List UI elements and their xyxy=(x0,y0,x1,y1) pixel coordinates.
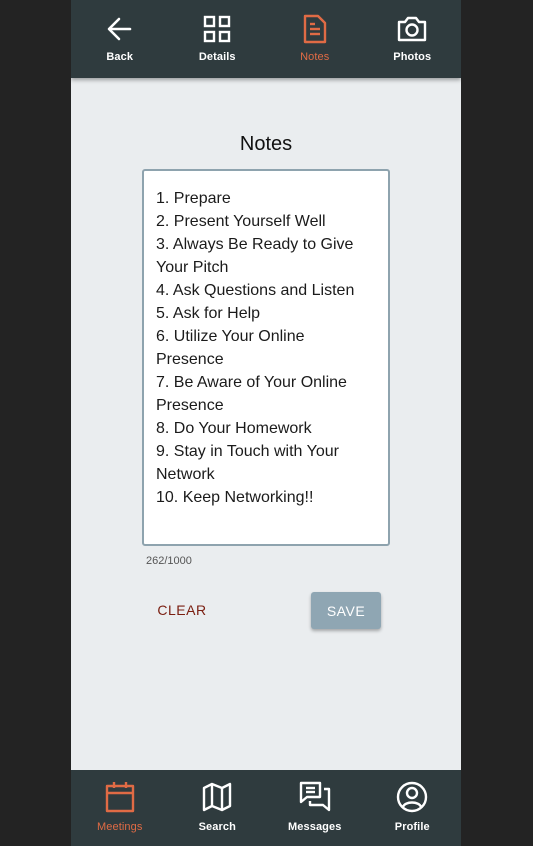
nav-profile-label: Profile xyxy=(394,821,430,833)
chat-icon xyxy=(299,781,330,812)
nav-search-label: Search xyxy=(198,821,236,833)
notes-textarea-container: 1. Prepare 2. Present Yourself Well 3. A… xyxy=(142,169,390,546)
nav-photos-label: Photos xyxy=(393,51,432,63)
nav-search[interactable]: Search xyxy=(169,770,267,846)
nav-notes[interactable]: Notes xyxy=(266,0,364,78)
map-icon xyxy=(203,782,232,812)
nav-messages[interactable]: Messages xyxy=(266,770,364,846)
nav-messages-label: Messages xyxy=(288,821,342,833)
bottom-nav: Meetings Search Messages Profile xyxy=(71,770,461,846)
arrow-left-icon xyxy=(107,17,132,41)
note-icon xyxy=(303,14,326,44)
nav-meetings[interactable]: Meetings xyxy=(71,770,169,846)
camera-icon xyxy=(398,16,427,42)
grid-icon xyxy=(204,15,231,43)
notes-textarea[interactable]: 1. Prepare 2. Present Yourself Well 3. A… xyxy=(156,187,376,544)
clear-button[interactable]: CLEAR xyxy=(147,592,217,628)
nav-details-label: Details xyxy=(198,51,236,63)
nav-photos[interactable]: Photos xyxy=(364,0,462,78)
character-counter: 262/1000 xyxy=(146,555,192,567)
phone-screen: Back Details Notes Photos Notes 1. Prepa… xyxy=(71,0,461,846)
save-button[interactable]: SAVE xyxy=(311,592,381,629)
nav-back-label: Back xyxy=(106,51,134,63)
profile-icon xyxy=(397,781,428,813)
nav-meetings-label: Meetings xyxy=(97,821,143,833)
top-nav: Back Details Notes Photos xyxy=(71,0,461,78)
nav-profile[interactable]: Profile xyxy=(364,770,462,846)
page-title: Notes xyxy=(239,133,293,155)
nav-details[interactable]: Details xyxy=(169,0,267,78)
nav-back[interactable]: Back xyxy=(71,0,169,78)
nav-notes-label: Notes xyxy=(300,51,330,63)
calendar-icon xyxy=(105,782,134,813)
